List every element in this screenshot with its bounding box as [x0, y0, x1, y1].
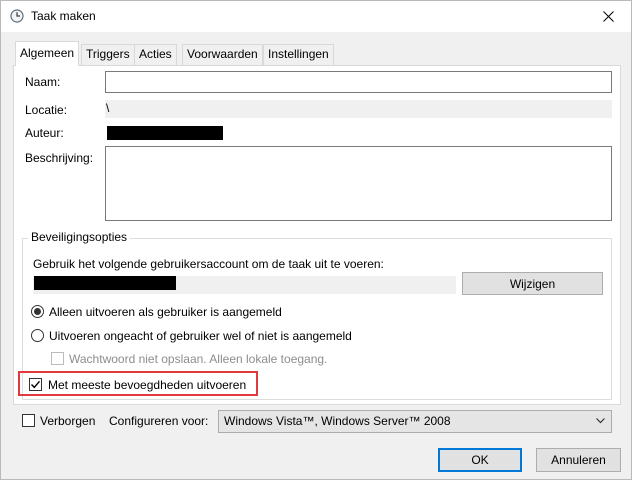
change-account-button[interactable]: Wijzigen: [462, 272, 603, 295]
tab-triggers[interactable]: Triggers: [81, 44, 135, 65]
name-label: Naam:: [25, 75, 61, 89]
tab-voorwaarden[interactable]: Voorwaarden: [182, 44, 263, 65]
ok-button[interactable]: OK: [438, 448, 522, 472]
clock-icon: [10, 9, 24, 23]
no-store-password-checkbox: [51, 352, 64, 365]
author-label: Auteur:: [25, 126, 64, 140]
window-title: Taak maken: [31, 9, 96, 23]
description-input[interactable]: [105, 146, 612, 221]
configure-label: Configureren voor:: [109, 414, 209, 428]
radio-any[interactable]: [31, 329, 44, 342]
security-options-title: Beveiligingsopties: [28, 230, 131, 244]
title-bar: Taak maken: [1, 1, 631, 32]
no-store-password-label: Wachtwoord niet opslaan. Alleen lokale t…: [69, 352, 328, 366]
account-prompt: Gebruik het volgende gebruikersaccount o…: [33, 257, 384, 271]
location-value: \: [105, 100, 612, 118]
account-value-redacted: [34, 276, 176, 290]
radio-logged-on[interactable]: [31, 305, 44, 318]
configure-select[interactable]: Windows Vista™, Windows Server™ 2008: [218, 410, 612, 433]
tab-instellingen[interactable]: Instellingen: [263, 44, 334, 65]
task-dialog: Taak maken Algemeen Triggers Acties Voor…: [0, 0, 632, 480]
hidden-label[interactable]: Verborgen: [40, 414, 95, 428]
checkmark-icon: [31, 380, 41, 389]
radio-any-label[interactable]: Uitvoeren ongeacht of gebruiker wel of n…: [49, 329, 352, 343]
hidden-checkbox[interactable]: [22, 414, 35, 427]
highest-privileges-checkbox[interactable]: [29, 378, 42, 391]
author-value-redacted: [107, 126, 223, 140]
name-input[interactable]: [105, 71, 612, 93]
tab-algemeen[interactable]: Algemeen: [15, 41, 80, 66]
chevron-down-icon: [596, 418, 605, 424]
description-label: Beschrijving:: [25, 151, 94, 165]
cancel-button[interactable]: Annuleren: [536, 448, 621, 472]
configure-value: Windows Vista™, Windows Server™ 2008: [224, 414, 451, 428]
radio-logged-on-label[interactable]: Alleen uitvoeren als gebruiker is aangem…: [49, 305, 282, 319]
close-button[interactable]: [585, 1, 631, 32]
close-icon: [602, 11, 614, 22]
tab-acties[interactable]: Acties: [134, 44, 177, 65]
highest-privileges-label[interactable]: Met meeste bevoegdheden uitvoeren: [48, 378, 246, 392]
location-label: Locatie:: [25, 103, 68, 117]
